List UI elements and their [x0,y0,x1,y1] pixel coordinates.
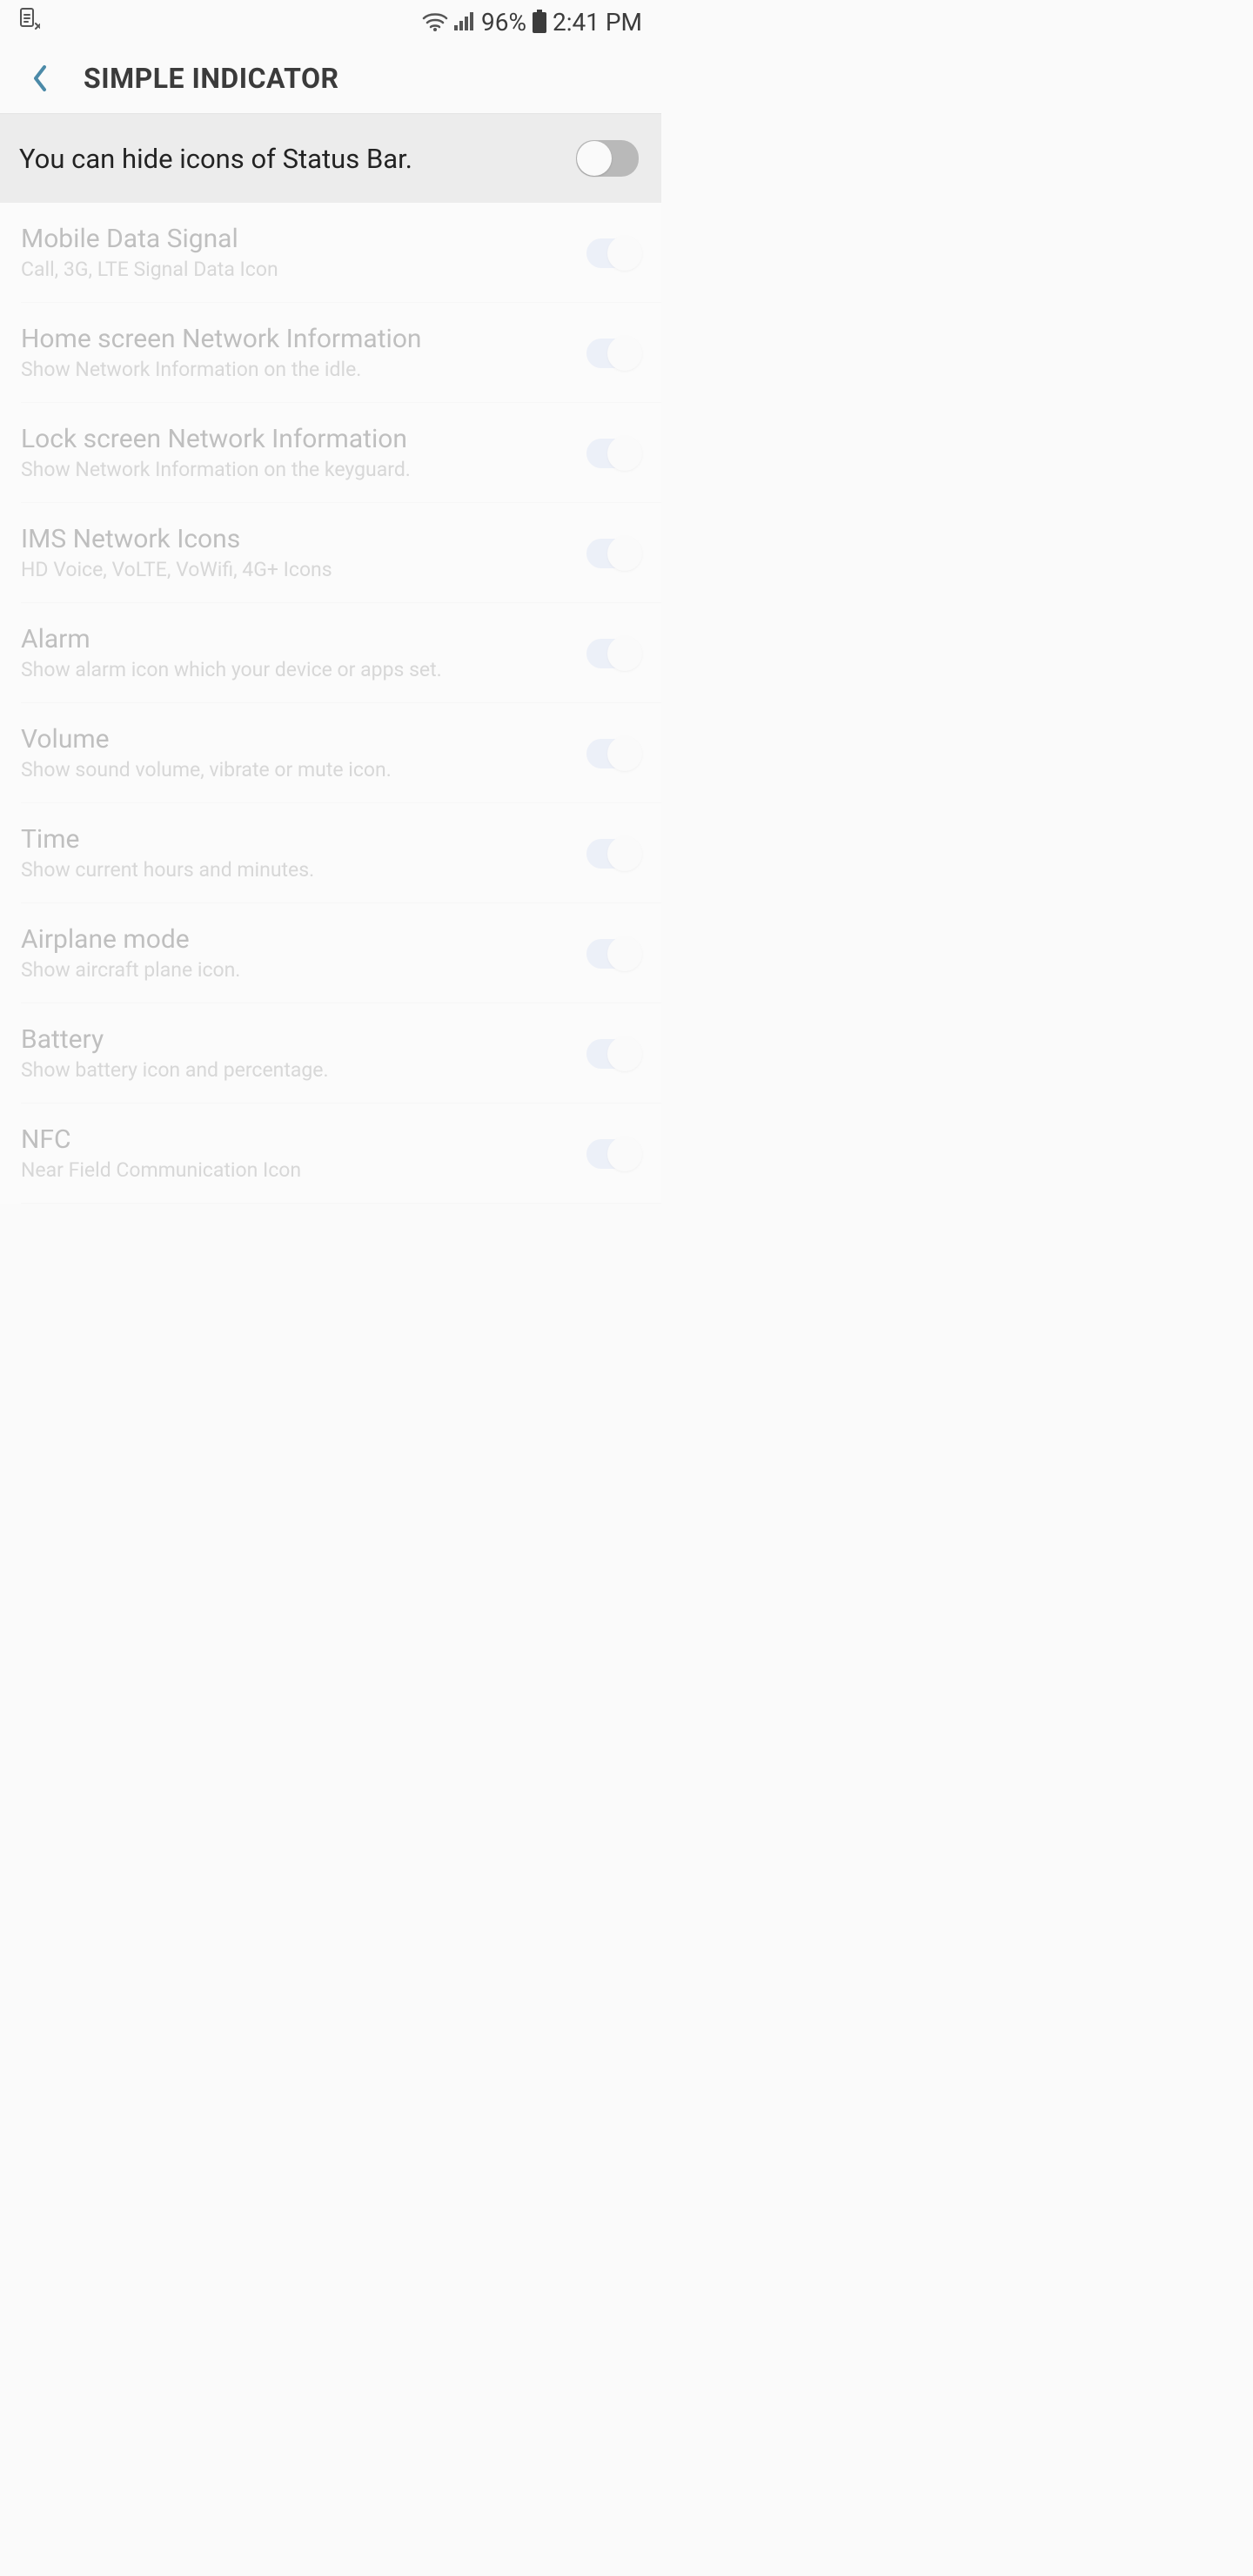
sim-card-icon [19,7,40,37]
setting-title: IMS Network Icons [21,524,569,554]
setting-toggle[interactable] [586,238,640,268]
setting-row[interactable]: NFCNear Field Communication Icon [21,1104,661,1204]
setting-row[interactable]: TimeShow current hours and minutes. [21,803,661,903]
setting-row[interactable]: Home screen Network InformationShow Netw… [21,303,661,403]
setting-row[interactable]: BatteryShow battery icon and percentage. [21,1003,661,1104]
setting-subtitle: Call, 3G, LTE Signal Data Icon [21,256,569,283]
setting-subtitle: HD Voice, VoLTE, VoWifi, 4G+ Icons [21,556,569,583]
setting-subtitle: Show Network Information on the keyguard… [21,456,569,483]
status-right: 96% 2:41 PM [422,8,642,37]
settings-list: Mobile Data SignalCall, 3G, LTE Signal D… [0,203,661,1204]
clock: 2:41 PM [553,8,642,37]
setting-title: Home screen Network Information [21,324,569,354]
setting-toggle[interactable] [586,339,640,368]
setting-row[interactable]: VolumeShow sound volume, vibrate or mute… [21,703,661,803]
setting-subtitle: Show sound volume, vibrate or mute icon. [21,756,569,783]
setting-title: Battery [21,1024,569,1055]
battery-percentage: 96% [481,8,526,37]
setting-title: Mobile Data Signal [21,224,569,254]
setting-title: Lock screen Network Information [21,424,569,454]
chevron-left-icon [30,64,50,93]
setting-subtitle: Show alarm icon which your device or app… [21,656,569,683]
app-bar: SIMPLE INDICATOR [0,44,661,113]
setting-toggle[interactable] [586,1039,640,1069]
setting-subtitle: Show aircraft plane icon. [21,956,569,983]
setting-toggle[interactable] [586,839,640,869]
setting-subtitle: Show Network Information on the idle. [21,356,569,383]
setting-row[interactable]: Airplane modeShow aircraft plane icon. [21,903,661,1003]
setting-title: Alarm [21,624,569,654]
setting-title: Volume [21,724,569,755]
setting-row[interactable]: AlarmShow alarm icon which your device o… [21,603,661,703]
setting-row[interactable]: IMS Network IconsHD Voice, VoLTE, VoWifi… [21,503,661,603]
setting-subtitle: Near Field Communication Icon [21,1157,569,1184]
setting-toggle[interactable] [586,739,640,768]
page-title: SIMPLE INDICATOR [84,62,339,95]
master-toggle-label: You can hide icons of Status Bar. [19,143,412,175]
setting-row[interactable]: Lock screen Network InformationShow Netw… [21,403,661,503]
status-bar: 96% 2:41 PM [0,0,661,44]
setting-row[interactable]: Mobile Data SignalCall, 3G, LTE Signal D… [21,203,661,303]
setting-toggle[interactable] [586,639,640,668]
signal-icon [453,11,476,32]
status-left [19,7,40,37]
setting-title: NFC [21,1124,569,1155]
setting-toggle[interactable] [586,1139,640,1169]
wifi-icon [422,11,448,32]
setting-title: Time [21,824,569,855]
setting-subtitle: Show battery icon and percentage. [21,1057,569,1083]
setting-subtitle: Show current hours and minutes. [21,856,569,883]
setting-toggle[interactable] [586,439,640,468]
master-toggle-row[interactable]: You can hide icons of Status Bar. [0,113,661,203]
setting-title: Airplane mode [21,924,569,955]
setting-toggle[interactable] [586,539,640,568]
master-toggle-switch[interactable] [576,140,639,177]
setting-toggle[interactable] [586,939,640,969]
battery-icon [532,10,547,34]
back-button[interactable] [14,52,66,104]
